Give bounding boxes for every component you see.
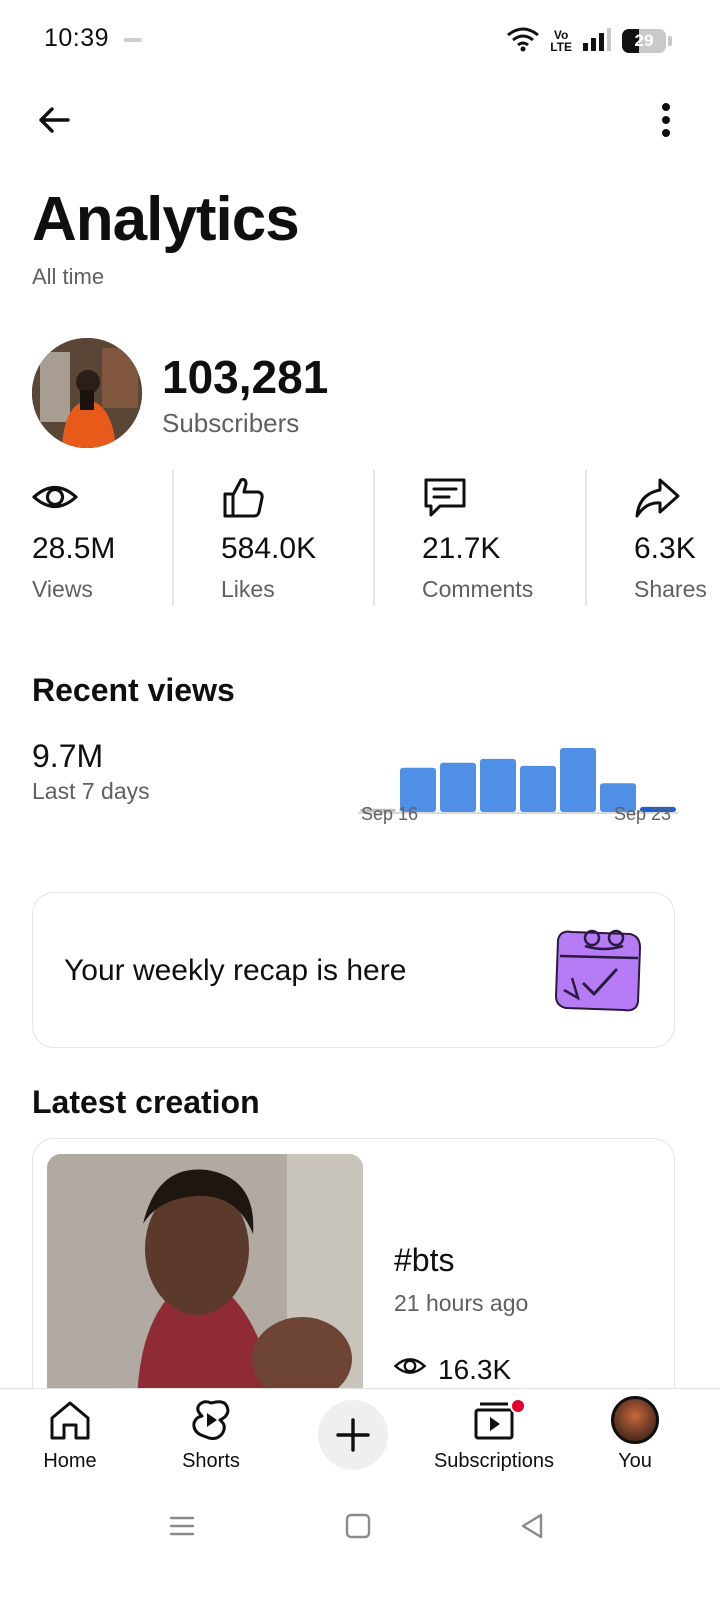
recent-views-period: Last 7 days: [32, 778, 150, 804]
signal-icon: [582, 27, 612, 56]
wifi-icon: [506, 26, 540, 57]
channel-avatar: [32, 338, 142, 448]
stat-label: Likes: [221, 576, 275, 602]
home-square-icon[interactable]: [344, 1512, 372, 1540]
subscriber-label: Subscribers: [162, 408, 300, 438]
notification-indicator: [124, 38, 142, 42]
stat-value: 28.5M: [32, 532, 116, 565]
video-thumbnail[interactable]: [47, 1154, 363, 1404]
chart-date-end: Sep 23: [614, 804, 672, 824]
chart-bar-sep-19[interactable]: [480, 758, 516, 812]
battery-icon: 29: [622, 29, 666, 53]
status-time: 10:39: [44, 24, 110, 52]
nav-home-label: Home: [43, 1450, 97, 1472]
nav-shorts[interactable]: Shorts: [141, 1396, 281, 1476]
share-icon: [634, 474, 680, 520]
video-title: #bts: [394, 1242, 455, 1278]
shorts-icon: [187, 1396, 235, 1444]
eye-icon: [32, 474, 78, 520]
eye-icon: [393, 1350, 427, 1389]
chart-bar-sep-21[interactable]: [560, 748, 596, 812]
subscriber-count: 103,281: [162, 351, 329, 403]
stat-value: 6.3K: [634, 532, 696, 565]
nav-you-label: You: [618, 1450, 652, 1472]
recent-views-value: 9.7M: [32, 738, 104, 774]
calendar-check-icon: [552, 926, 644, 1014]
thumbs-up-icon: [221, 474, 267, 520]
comment-icon: [422, 474, 468, 520]
stat-label: Views: [32, 576, 93, 602]
battery-level: 29: [634, 31, 654, 50]
stat-value: 584.0K: [221, 532, 317, 565]
more-options-button[interactable]: [642, 96, 690, 144]
nav-subscriptions[interactable]: Subscriptions: [424, 1396, 564, 1476]
stat-value: 21.7K: [422, 532, 501, 565]
menu-icon[interactable]: [168, 1512, 196, 1540]
create-button[interactable]: [318, 1400, 388, 1470]
page-title: Analytics: [32, 185, 300, 254]
video-views: 16.3K: [393, 1350, 512, 1389]
video-time: 21 hours ago: [394, 1290, 529, 1316]
nav-home[interactable]: Home: [0, 1396, 140, 1476]
notification-dot: [510, 1398, 526, 1414]
back-button[interactable]: [30, 96, 78, 144]
stat-label: Shares: [634, 576, 707, 602]
status-icons: Vo LTE 29: [506, 24, 672, 58]
page-subtitle: All time: [32, 264, 105, 289]
nav-subscriptions-label: Subscriptions: [433, 1450, 555, 1472]
chart-date-start: Sep 16: [361, 804, 419, 824]
arrow-left-icon: [39, 107, 70, 133]
more-vert-icon: [662, 103, 670, 137]
nav-shorts-label: Shorts: [182, 1450, 240, 1472]
chart-bar-sep-18[interactable]: [440, 762, 476, 812]
stat-label: Comments: [422, 576, 534, 602]
recent-views-title: Recent views: [32, 672, 235, 708]
nav-you[interactable]: You: [565, 1396, 705, 1476]
back-triangle-icon[interactable]: [518, 1512, 546, 1540]
home-icon: [46, 1396, 94, 1444]
stats-row: 28.5M Views 584.0K Likes 21.7K Comments …: [0, 470, 720, 606]
profile-avatar: [611, 1396, 659, 1444]
video-views-count: 16.3K: [438, 1353, 512, 1385]
plus-icon: [336, 1418, 370, 1452]
latest-creation-title: Latest creation: [32, 1084, 260, 1120]
volte-label: Vo LTE: [550, 28, 572, 54]
weekly-recap-text: Your weekly recap is here: [64, 954, 407, 987]
system-navigation-bar: [0, 1488, 720, 1600]
chart-bar-sep-20[interactable]: [520, 765, 556, 812]
